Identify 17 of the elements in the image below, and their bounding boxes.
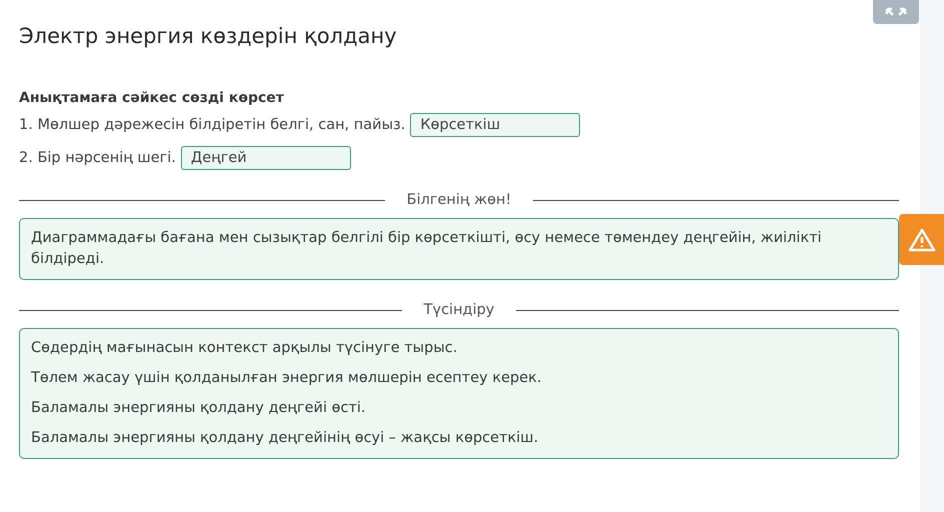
- info-text: Сөдердің мағынасын контекст арқылы түсінуге тырыс.: [31, 339, 458, 358]
- section-heading: Білгенің жөн!: [406, 192, 512, 208]
- page-title: Электр энергия көздерін қолдану: [19, 24, 398, 48]
- question-text: 2. Бір нәрсенің шегі.: [19, 150, 176, 166]
- report-button[interactable]: [899, 214, 944, 265]
- answer-field[interactable]: Көрсеткіш: [410, 113, 580, 137]
- expand-icon: [885, 7, 907, 17]
- question-text: 1. Мөлшер дәрежесін білдіретін белгі, сан, пайыз.: [19, 117, 406, 133]
- info-text: Баламалы энергияны қолдану деңгейі өсті.: [31, 399, 367, 418]
- answer-field[interactable]: Деңгей: [180, 146, 351, 170]
- warning-icon: [908, 228, 936, 252]
- expand-button[interactable]: [873, 0, 919, 24]
- info-text: Диаграммадағы бағана мен сызықтар белгілі бір көрсеткішті, өсу немесе төмендеу деңгейін, жиілікті білдіреді.: [31, 229, 823, 269]
- section-heading: Түсіндіру: [424, 302, 494, 318]
- info-text: Төлем жасау үшін қолданылған энергия мөлшерін есептеу керек.: [31, 369, 543, 388]
- info-text: Баламалы энергияны қолдану деңгейінің өсуі – жақсы көрсеткіш.: [31, 429, 540, 448]
- instruction-text: Анықтамаға сәйкес сөзді көрсет: [19, 90, 285, 106]
